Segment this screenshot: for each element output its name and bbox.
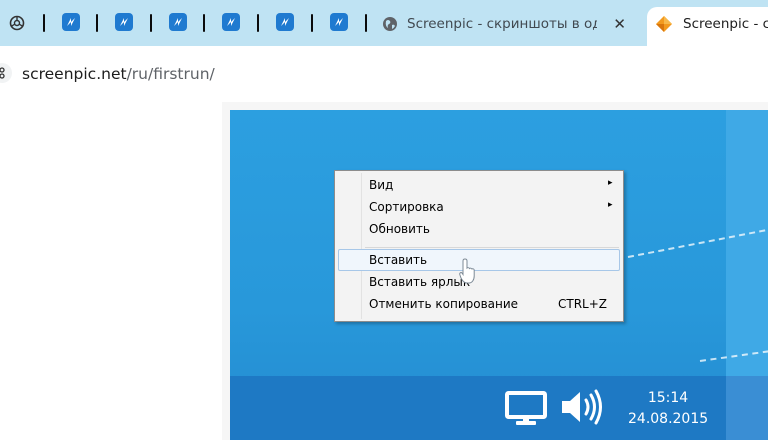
taskbar: 15:14 24.08.2015 bbox=[230, 376, 768, 440]
screenpic-logo-icon bbox=[655, 15, 673, 33]
pinned-tab-bitrix-icon[interactable] bbox=[62, 13, 80, 31]
clock-date[interactable]: 24.08.2015 bbox=[628, 411, 708, 427]
taskbar-edge bbox=[726, 376, 768, 440]
menu-item-label: Обновить bbox=[369, 222, 430, 236]
url-domain: screenpic.net bbox=[22, 65, 127, 83]
menu-item-label: Вид bbox=[369, 178, 394, 192]
menu-item-paste[interactable]: Вставить bbox=[338, 249, 620, 271]
submenu-arrow-icon: ▸ bbox=[608, 200, 613, 210]
url-field[interactable]: screenpic.net/ru/firstrun/ bbox=[22, 65, 215, 83]
pinned-tab-bitrix-icon[interactable] bbox=[222, 13, 240, 31]
tab-title: Screenpic - ск bbox=[683, 16, 768, 32]
tune-icon[interactable] bbox=[0, 63, 12, 83]
menu-item-label: Вставить bbox=[369, 253, 428, 267]
speaker-icon[interactable] bbox=[560, 388, 606, 430]
context-menu: Вид ▸ Сортировка ▸ Обновить Вставить Вст… bbox=[334, 170, 624, 322]
monitor-icon[interactable] bbox=[504, 390, 548, 430]
menu-item-shortcut: CTRL+Z bbox=[558, 297, 608, 311]
tab-separator bbox=[311, 14, 313, 32]
chatgpt-icon[interactable] bbox=[8, 14, 26, 32]
menu-item-paste-shortcut[interactable]: Вставить ярлык bbox=[338, 271, 620, 293]
mouse-cursor-icon bbox=[459, 258, 477, 290]
submenu-arrow-icon: ▸ bbox=[608, 178, 613, 188]
tab-separator bbox=[365, 14, 367, 32]
desktop-screenshot: Вид ▸ Сортировка ▸ Обновить Вставить Вст… bbox=[230, 110, 768, 440]
menu-item-sort[interactable]: Сортировка ▸ bbox=[338, 196, 620, 218]
tab-separator bbox=[257, 14, 259, 32]
tab-separator bbox=[96, 14, 98, 32]
pinned-tab-bitrix-icon[interactable] bbox=[330, 13, 348, 31]
tab-separator bbox=[43, 14, 45, 32]
globe-icon bbox=[381, 15, 399, 33]
tab-title: Screenpic - скриншоты в один bbox=[407, 16, 597, 32]
close-tab-button[interactable]: ✕ bbox=[613, 15, 626, 33]
menu-separator bbox=[365, 247, 619, 248]
menu-item-refresh[interactable]: Обновить bbox=[338, 218, 620, 240]
url-path: /ru/firstrun/ bbox=[126, 65, 215, 83]
tab-screenpic-inactive[interactable]: Screenpic - скриншоты в один ✕ bbox=[378, 7, 636, 46]
pinned-tab-bitrix-icon[interactable] bbox=[276, 13, 294, 31]
address-bar: screenpic.net/ru/firstrun/ bbox=[0, 46, 768, 102]
tab-strip: Screenpic - скриншоты в один ✕ Screenpic… bbox=[0, 0, 768, 46]
menu-item-label: Вставить ярлык bbox=[369, 275, 471, 289]
menu-item-label: Отменить копирование bbox=[369, 297, 519, 311]
pinned-tab-bitrix-icon[interactable] bbox=[115, 13, 133, 31]
tab-screenpic-active[interactable]: Screenpic - ск bbox=[647, 7, 768, 46]
pinned-tab-bitrix-icon[interactable] bbox=[169, 13, 187, 31]
page-content: Вид ▸ Сортировка ▸ Обновить Вставить Вст… bbox=[0, 102, 768, 440]
tab-separator bbox=[150, 14, 152, 32]
menu-item-label: Сортировка bbox=[369, 200, 444, 214]
left-blank-pane bbox=[0, 102, 222, 440]
tab-separator bbox=[203, 14, 205, 32]
clock-time[interactable]: 15:14 bbox=[640, 390, 696, 406]
menu-item-view[interactable]: Вид ▸ bbox=[338, 174, 620, 196]
menu-item-undo-copy[interactable]: Отменить копирование CTRL+Z bbox=[338, 293, 620, 315]
